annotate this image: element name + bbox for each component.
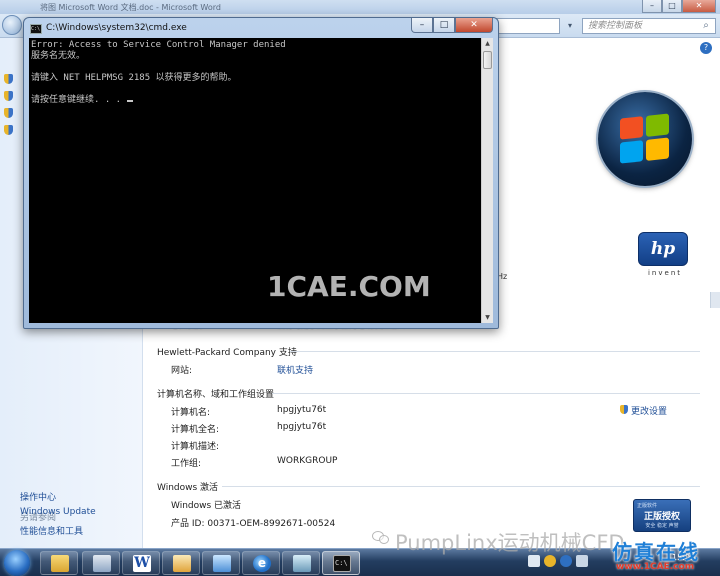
workgroup-value: WORKGROUP [277, 456, 338, 466]
computer-name-value: hpgjytu76t [277, 405, 327, 415]
console-prompt-line: 请按任意键继续. . . [31, 95, 286, 106]
full-computer-name-label: 计算机全名: [171, 425, 220, 435]
sidebar-link-windows-update[interactable]: Windows Update [20, 507, 96, 517]
app-icon [213, 555, 231, 572]
control-panel-window-buttons: – □ ✕ [642, 0, 716, 14]
control-panel-title: 将图 Microsoft Word 文档.doc - Microsoft Wor… [40, 3, 221, 12]
workgroup-label: 工作组: [171, 459, 202, 469]
divider [272, 393, 700, 394]
shield-icon [620, 405, 628, 414]
console-cursor [126, 100, 133, 102]
taskbar-ie-button[interactable]: e [242, 551, 280, 575]
console-output: Error: Access to Service Control Manager… [31, 40, 286, 106]
taskbar-word-button[interactable]: W [122, 551, 160, 575]
cmd-icon[interactable]: C:\ [30, 24, 42, 34]
folder-icon [51, 555, 69, 572]
cp-close-button[interactable]: ✕ [682, 0, 716, 13]
shield-icon [4, 91, 13, 101]
taskbar-app-button[interactable] [162, 551, 200, 575]
sidebar-link-action-center[interactable]: 操作中心 [20, 490, 56, 503]
taskbar-app-button[interactable] [202, 551, 240, 575]
search-input[interactable]: 搜索控制面板 ⌕ [582, 18, 716, 34]
scroll-up-arrow-icon[interactable]: ▲ [482, 38, 493, 49]
watermark-site-cn: 仿真在线 [612, 540, 700, 564]
website-label: 网站: [171, 366, 193, 376]
hp-logo: hp [638, 232, 688, 266]
genuine-badge-top: 正版软件 [637, 503, 658, 509]
watermark-1cae: 1CAE.COM [267, 270, 431, 303]
shield-icon [4, 108, 13, 118]
address-bar[interactable] [496, 18, 560, 34]
start-button[interactable] [4, 550, 30, 576]
internet-explorer-icon: e [253, 555, 271, 572]
genuine-badge-sub: 安全 稳定 声誉 [645, 523, 679, 529]
cp-minimize-button[interactable]: – [642, 0, 662, 13]
computer-name-heading: 计算机名称、域和工作组设置 [157, 390, 275, 400]
maximize-button[interactable]: □ [433, 18, 455, 33]
back-button[interactable] [2, 15, 22, 35]
console-line: 服务名无效。 [31, 51, 86, 61]
console-line: 请按任意键继续. . . [31, 95, 127, 105]
support-heading: Hewlett-Packard Company 支持 [157, 348, 297, 358]
product-id: 产品 ID: 00371-OEM-8992671-00524 [171, 519, 336, 529]
app-icon [293, 555, 311, 572]
close-button[interactable]: ✕ [455, 18, 493, 33]
watermark-site-en: www.1CAE.com [616, 562, 695, 572]
scrollbar[interactable] [710, 292, 720, 308]
shield-icon [4, 125, 13, 135]
genuine-software-badge[interactable]: 正版软件 正版授权 安全 稳定 声誉 [633, 499, 691, 532]
search-icon[interactable]: ⌕ [700, 20, 712, 32]
taskbar-app-button[interactable] [282, 551, 320, 575]
taskbar-cmd-button[interactable]: C:\ [322, 551, 360, 575]
taskbar-explorer-button[interactable] [40, 551, 78, 575]
wechat-icon [372, 531, 390, 545]
computer-description-label: 计算机描述: [171, 442, 220, 452]
hp-logo-text: hp [650, 239, 676, 259]
hp-invent-text: invent [647, 269, 682, 277]
search-placeholder: 搜索控制面板 [588, 21, 643, 31]
word-icon: W [133, 555, 151, 572]
app-icon [93, 555, 111, 572]
windows-logo [598, 92, 692, 186]
shield-icon [4, 74, 13, 84]
refresh-icon[interactable]: ▾ [563, 18, 577, 34]
taskbar-app-button[interactable] [82, 551, 120, 575]
full-computer-name-value: hpgjytu76t [277, 422, 327, 432]
cmd-window-buttons: – □ ✕ [411, 18, 493, 34]
console-line: 请键入 NET HELPMSG 2185 以获得更多的帮助。 [31, 73, 237, 83]
divider [222, 486, 700, 487]
console-scrollbar[interactable]: ▲ ▼ [481, 38, 493, 323]
online-support-link[interactable]: 联机支持 [277, 363, 313, 376]
activation-heading: Windows 激活 [157, 483, 219, 493]
genuine-badge-main: 正版授权 [643, 512, 680, 522]
change-settings-label: 更改设置 [631, 407, 668, 417]
cmd-window-title: C:\Windows\system32\cmd.exe [46, 23, 187, 33]
minimize-button[interactable]: – [411, 18, 433, 33]
divider [290, 351, 700, 352]
sidebar-link-performance[interactable]: 性能信息和工具 [20, 524, 83, 537]
console-line: Error: Access to Service Control Manager… [31, 40, 286, 50]
cmd-icon: C:\ [333, 555, 351, 572]
scrollbar-thumb[interactable] [483, 51, 492, 69]
app-icon [173, 555, 191, 572]
control-panel-titlebar: 将图 Microsoft Word 文档.doc - Microsoft Wor… [0, 0, 720, 14]
watermark-pumplinx: PumpLinx运动机械CFD [395, 531, 625, 555]
scroll-down-arrow-icon[interactable]: ▼ [482, 312, 493, 323]
activation-status: Windows 已激活 [171, 501, 242, 511]
computer-name-label: 计算机名: [171, 408, 211, 418]
help-icon[interactable]: ? [700, 42, 712, 54]
cp-maximize-button[interactable]: □ [662, 0, 682, 13]
windows-flag-icon [620, 113, 670, 164]
